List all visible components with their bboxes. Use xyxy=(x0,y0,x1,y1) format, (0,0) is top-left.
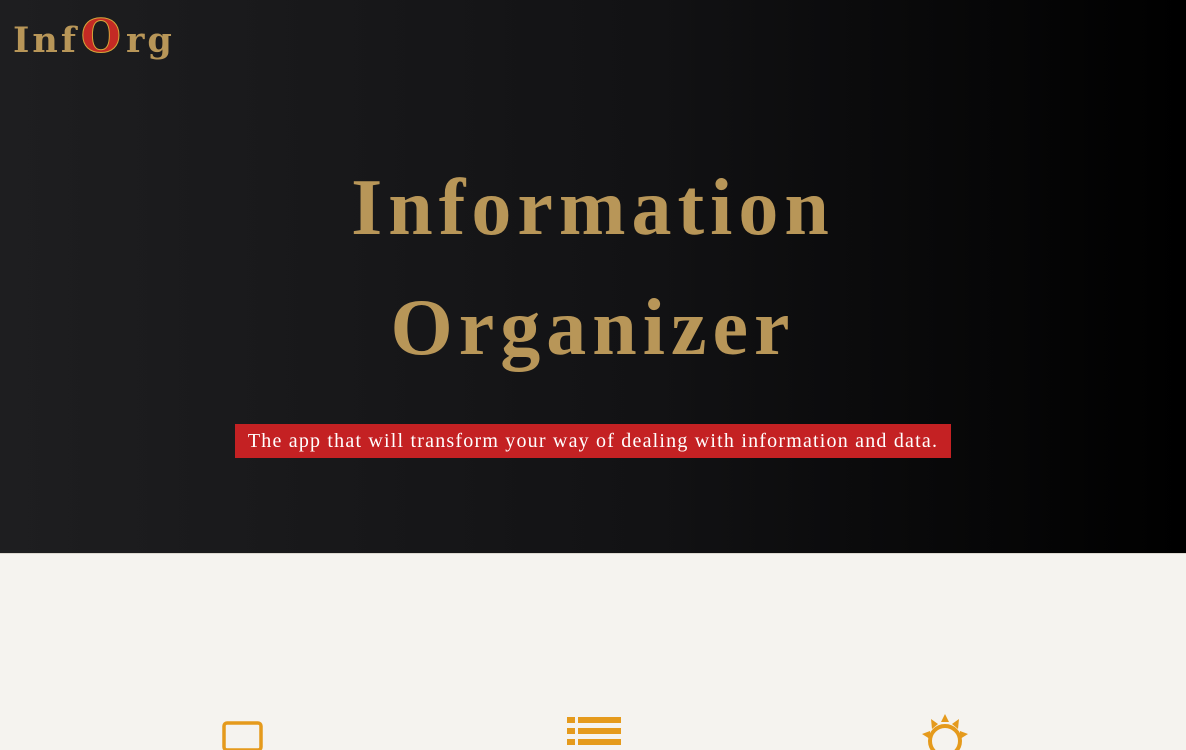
logo-text-suffix: rg xyxy=(125,20,175,61)
hero-title-line1: Information xyxy=(351,164,835,252)
hero-title-line2: Organizer xyxy=(390,284,796,372)
list-icon xyxy=(567,717,621,745)
tagline-wrapper: The app that will transform your way of … xyxy=(0,424,1186,458)
logo-text-prefix: Inf xyxy=(13,20,79,61)
laptop-icon xyxy=(222,721,263,750)
logo[interactable]: Inf O rg xyxy=(13,9,175,64)
hero-section: Inf O rg Information Organizer The app t… xyxy=(0,0,1186,553)
hero-tagline: The app that will transform your way of … xyxy=(234,424,952,458)
sun-icon xyxy=(922,714,968,750)
features-section xyxy=(0,554,1186,750)
logo-big-letter: O xyxy=(80,9,124,64)
hero-title: Information Organizer xyxy=(0,148,1186,388)
